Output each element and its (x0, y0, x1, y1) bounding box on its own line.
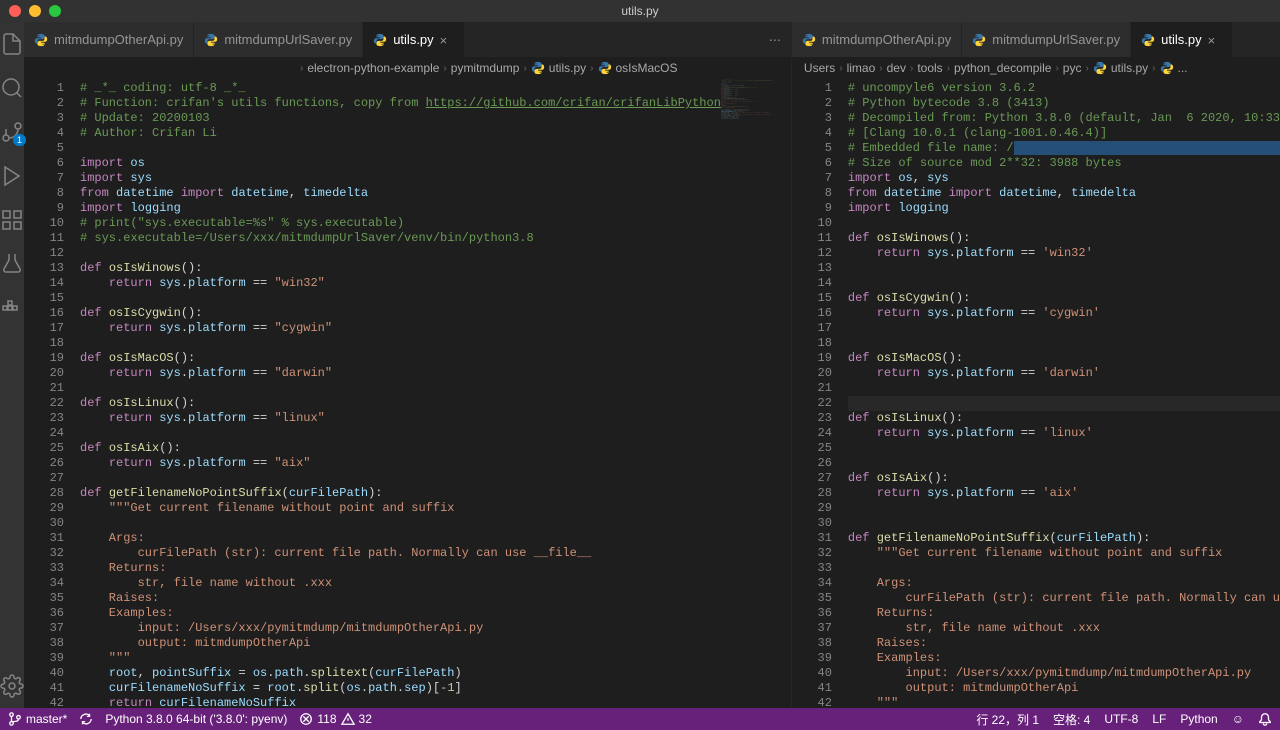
tab-label: mitmdumpUrlSaver.py (224, 32, 352, 47)
tabs-left: mitmdumpOtherApi.py mitmdumpUrlSaver.py ut… (24, 22, 791, 57)
activity-bar: 1 (0, 22, 24, 708)
test-icon[interactable] (0, 252, 24, 276)
tab-mitmdumpOtherApi-py[interactable]: mitmdumpOtherApi.py (792, 22, 962, 57)
docker-icon[interactable] (0, 296, 24, 320)
tab-mitmdumpOtherApi-py[interactable]: mitmdumpOtherApi.py (24, 22, 194, 57)
python-file-icon (204, 33, 218, 47)
debug-icon[interactable] (0, 164, 24, 188)
explorer-icon[interactable] (0, 32, 24, 56)
tab-label: mitmdumpOtherApi.py (822, 32, 951, 47)
tab-label: utils.py (393, 32, 433, 47)
breadcrumb-item[interactable]: python_decompile (954, 61, 1051, 75)
breadcrumbs-right[interactable]: Users›limao›dev›tools›python_decompile›p… (792, 57, 1280, 79)
title-bar: utils.py (0, 0, 1280, 22)
tab-utils-py[interactable]: utils.py × (363, 22, 464, 57)
breadcrumb-item[interactable]: pymitmdump (451, 61, 520, 75)
window-maximize-button[interactable] (49, 5, 61, 17)
extensions-icon[interactable] (0, 208, 24, 232)
breadcrumb-item[interactable]: osIsMacOS (616, 61, 678, 75)
tabs-right: mitmdumpOtherApi.py mitmdumpUrlSaver.py ut… (792, 22, 1280, 57)
breadcrumb-item[interactable]: pyc (1063, 61, 1082, 75)
feedback-icon[interactable]: ☺ (1232, 712, 1244, 726)
more-icon[interactable]: ⋯ (769, 33, 781, 47)
breadcrumbs-left[interactable]: ›electron-python-example›pymitmdump›util… (24, 57, 791, 79)
editor-group-left: mitmdumpOtherApi.py mitmdumpUrlSaver.py ut… (24, 22, 792, 708)
python-file-icon (1141, 33, 1155, 47)
tab-mitmdumpUrlSaver-py[interactable]: mitmdumpUrlSaver.py (962, 22, 1131, 57)
window-minimize-button[interactable] (29, 5, 41, 17)
status-bar: master* Python 3.8.0 64-bit ('3.8.0': py… (0, 708, 1280, 730)
eol[interactable]: LF (1152, 712, 1166, 726)
breadcrumb-item[interactable]: ... (1178, 61, 1188, 75)
git-branch[interactable]: master* (8, 712, 67, 726)
python-file-icon (802, 33, 816, 47)
sync-icon[interactable] (79, 712, 93, 726)
tab-mitmdumpUrlSaver-py[interactable]: mitmdumpUrlSaver.py (194, 22, 363, 57)
gutter-left: 1234567891011121314151617181920212223242… (24, 79, 80, 708)
breadcrumb-item[interactable]: electron-python-example (307, 61, 439, 75)
breadcrumb-item[interactable]: Users (804, 61, 835, 75)
indentation[interactable]: 空格: 4 (1053, 711, 1090, 728)
tab-utils-py[interactable]: utils.py × (1131, 22, 1232, 57)
gutter-right: 1234567891011121314151617181920212223242… (792, 79, 848, 708)
breadcrumb-item[interactable]: limao (847, 61, 876, 75)
settings-icon[interactable] (0, 674, 24, 698)
encoding[interactable]: UTF-8 (1104, 712, 1138, 726)
cursor-position[interactable]: 行 22，列 1 (976, 711, 1039, 728)
notifications-icon[interactable] (1258, 712, 1272, 726)
tab-label: mitmdumpUrlSaver.py (992, 32, 1120, 47)
breadcrumb-item[interactable]: tools (917, 61, 942, 75)
python-file-icon (972, 33, 986, 47)
window-title: utils.py (621, 4, 658, 18)
problems[interactable]: 118 32 (299, 712, 372, 726)
breadcrumb-item[interactable]: utils.py (1111, 61, 1148, 75)
code-editor-left[interactable]: # _*_ coding: utf-8 _*_# Function: crifa… (80, 79, 721, 708)
breadcrumb-item[interactable]: dev (887, 61, 906, 75)
close-icon[interactable]: × (440, 33, 454, 47)
window-close-button[interactable] (9, 5, 21, 17)
python-interpreter[interactable]: Python 3.8.0 64-bit ('3.8.0': pyenv) (105, 712, 287, 726)
tab-label: mitmdumpOtherApi.py (54, 32, 183, 47)
search-icon[interactable] (0, 76, 24, 100)
language-mode[interactable]: Python (1180, 712, 1217, 726)
minimap-left[interactable]: # _*_ coding: utf-8 _*_# Function: crifa… (721, 79, 791, 708)
close-icon[interactable]: × (1208, 33, 1222, 47)
tab-label: utils.py (1161, 32, 1201, 47)
code-editor-right[interactable]: # uncompyle6 version 3.6.2# Python bytec… (848, 79, 1280, 708)
python-file-icon (34, 33, 48, 47)
breadcrumb-item[interactable]: utils.py (549, 61, 586, 75)
editor-group-right: mitmdumpOtherApi.py mitmdumpUrlSaver.py ut… (792, 22, 1280, 708)
source-control-icon[interactable]: 1 (0, 120, 24, 144)
python-file-icon (373, 33, 387, 47)
